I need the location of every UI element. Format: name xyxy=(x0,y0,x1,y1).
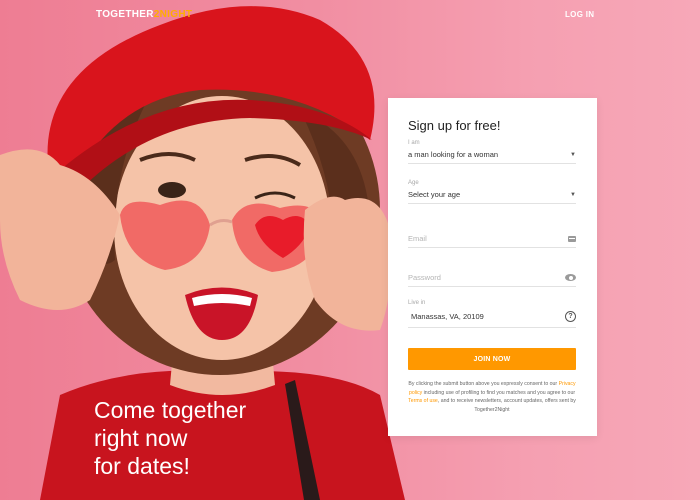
password-input[interactable]: Password xyxy=(408,269,576,287)
brand-logo[interactable]: TOGETHER2NIGHT xyxy=(96,9,192,20)
signup-card: Sign up for free! I am a man looking for… xyxy=(388,98,597,436)
headline-line-2: right now xyxy=(94,425,188,451)
dropdown-caret-icon: ▼ xyxy=(570,151,576,158)
headline-line-1: Come together xyxy=(94,397,247,423)
age-field[interactable]: Age Select your age ▼ xyxy=(408,180,576,204)
signup-title: Sign up for free! xyxy=(408,118,501,133)
email-placeholder: Email xyxy=(408,234,427,243)
age-value: Select your age xyxy=(408,190,461,199)
password-placeholder: Password xyxy=(408,273,441,282)
i-am-field[interactable]: I am a man looking for a woman ▼ xyxy=(408,140,576,164)
headline-line-3: for dates! xyxy=(94,453,190,479)
live-in-field[interactable]: Live in Manassas, VA, 20109 ? xyxy=(408,300,576,328)
eye-icon[interactable] xyxy=(565,274,576,281)
help-icon[interactable]: ? xyxy=(565,311,576,322)
disclaimer-text-2: including use of profiling to find you m… xyxy=(423,389,576,396)
terms-of-use-link[interactable]: Terms of use xyxy=(408,398,438,404)
password-field[interactable]: Password xyxy=(408,269,576,287)
age-select[interactable]: Select your age ▼ xyxy=(408,186,576,204)
hero-headline: Come together right now for dates! xyxy=(94,396,354,480)
consent-disclaimer: By clicking the submit button above you … xyxy=(408,380,576,414)
live-in-input[interactable]: Manassas, VA, 20109 ? xyxy=(408,306,576,328)
disclaimer-text-1: By clicking the submit button above you … xyxy=(408,381,558,387)
logo-accent-text: 2NIGHT xyxy=(153,9,193,20)
i-am-select[interactable]: a man looking for a woman ▼ xyxy=(408,146,576,164)
i-am-value: a man looking for a woman xyxy=(408,150,499,159)
logo-main-text: TOGETHER xyxy=(96,9,154,20)
email-icon xyxy=(568,235,576,242)
dropdown-caret-icon: ▼ xyxy=(570,191,576,198)
email-field[interactable]: Email xyxy=(408,230,576,248)
login-link[interactable]: LOG IN xyxy=(565,10,594,19)
live-in-value: Manassas, VA, 20109 xyxy=(411,312,484,321)
email-input[interactable]: Email xyxy=(408,230,576,248)
disclaimer-text-3: , and to receive newsletters, account up… xyxy=(437,398,576,413)
join-now-button[interactable]: JOIN NOW xyxy=(408,348,576,370)
